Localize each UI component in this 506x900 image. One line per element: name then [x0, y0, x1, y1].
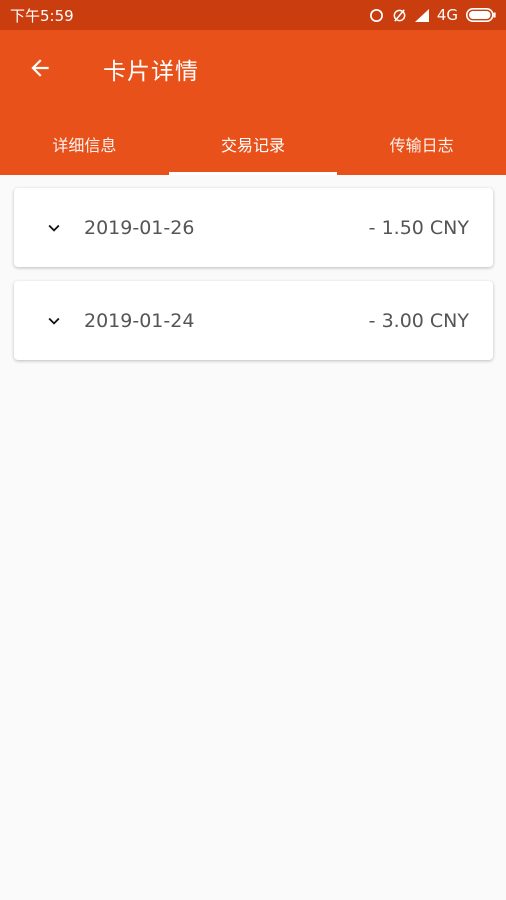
chevron-down-icon[interactable]: [42, 216, 66, 240]
transaction-list: 2019-01-26 - 1.50 CNY 2019-01-24 - 3.00 …: [14, 188, 493, 374]
battery-icon: [466, 8, 496, 22]
mute-icon: [392, 8, 407, 23]
tab-transactions[interactable]: 交易记录: [168, 110, 338, 175]
chevron-down-icon[interactable]: [42, 309, 66, 333]
back-arrow-icon: [27, 55, 53, 85]
transaction-date: 2019-01-26: [84, 216, 195, 239]
tab-transfer-log[interactable]: 传输日志: [337, 110, 506, 175]
network-type: 4G: [436, 6, 458, 24]
transaction-date: 2019-01-24: [84, 309, 195, 332]
transaction-amount: - 1.50 CNY: [368, 216, 469, 239]
transaction-amount: - 3.00 CNY: [368, 309, 469, 332]
status-time: 下午5:59: [10, 6, 74, 25]
transaction-item[interactable]: 2019-01-24 - 3.00 CNY: [14, 281, 493, 360]
app-bar: 卡片详情 详细信息 交易记录 传输日志: [0, 30, 506, 175]
tab-bar: 详细信息 交易记录 传输日志: [0, 110, 506, 175]
status-icons: 4G: [369, 6, 496, 24]
back-button[interactable]: [20, 50, 60, 90]
page-title: 卡片详情: [103, 59, 199, 85]
transaction-item[interactable]: 2019-01-26 - 1.50 CNY: [14, 188, 493, 267]
toolbar: 卡片详情: [0, 30, 506, 110]
sync-icon: [369, 8, 384, 23]
tab-details[interactable]: 详细信息: [0, 110, 169, 175]
status-bar: 下午5:59 4G: [0, 0, 506, 30]
signal-icon: [414, 8, 429, 22]
